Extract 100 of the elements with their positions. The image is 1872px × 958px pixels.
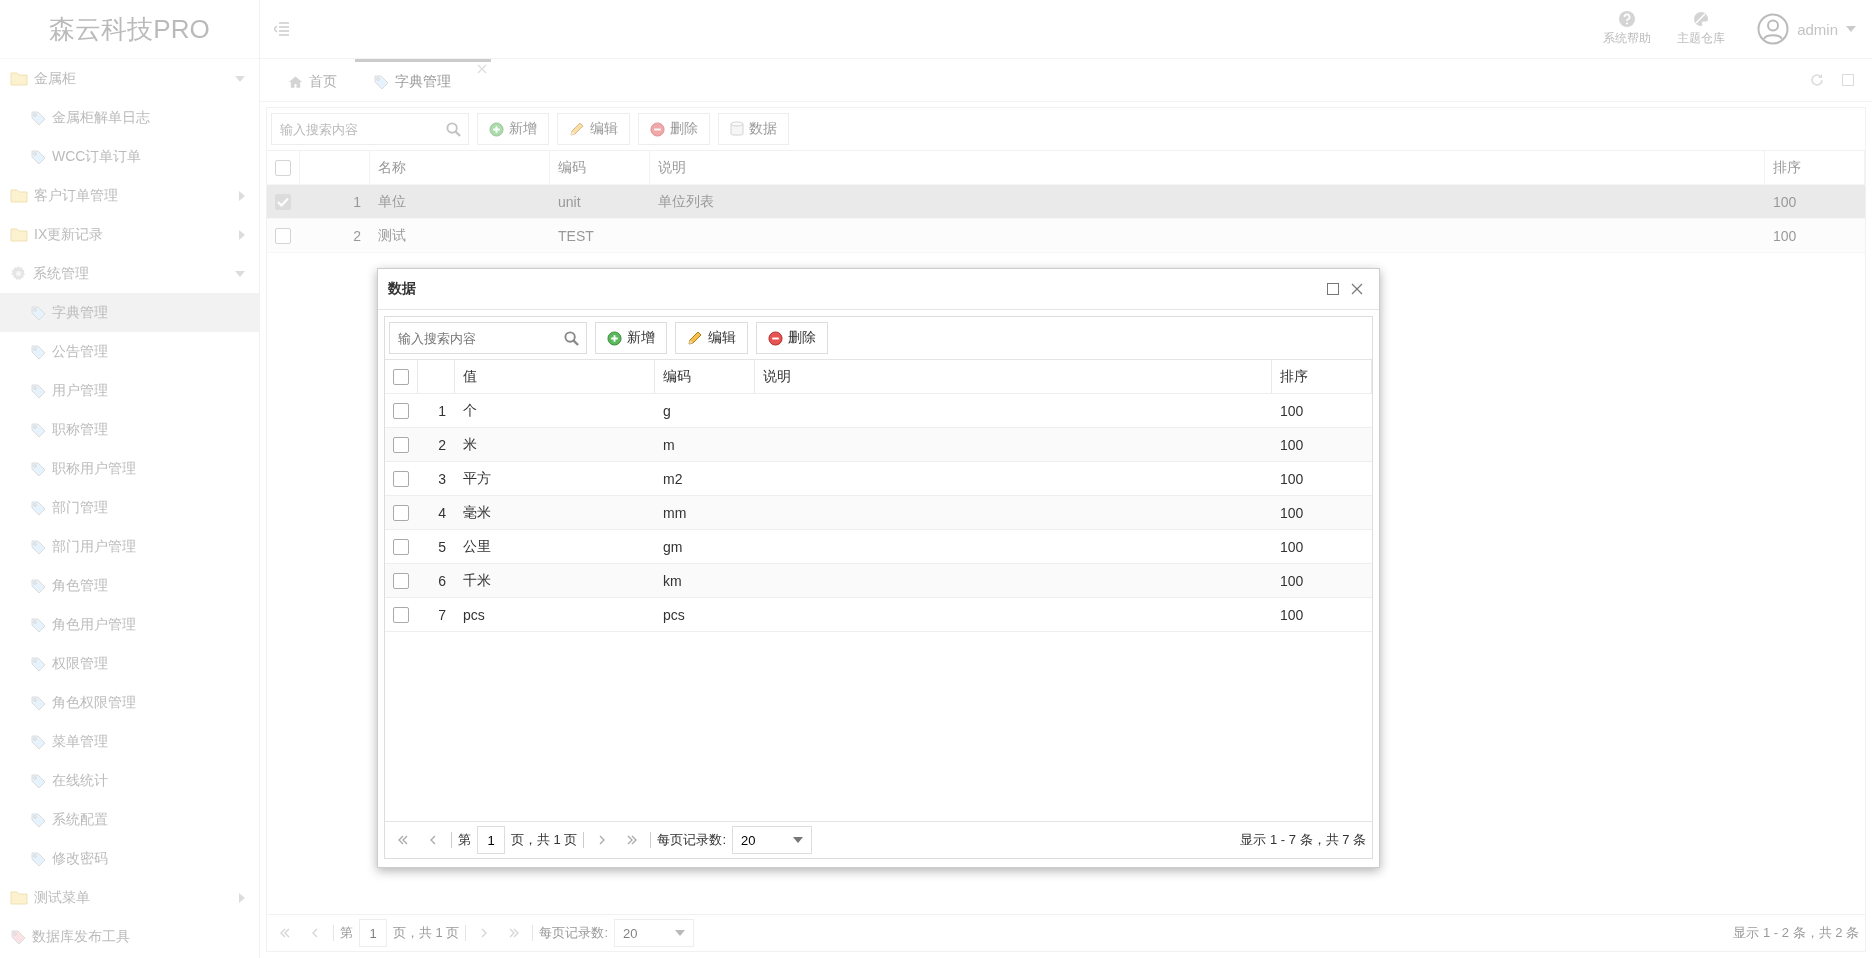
search-field[interactable]: 输入搜索内容 [271,113,469,145]
table-row[interactable]: 6 千米 km 100 [385,564,1372,598]
checkbox[interactable] [393,504,409,521]
search-icon [564,331,579,346]
table-cell: m2 [663,470,683,487]
table-cell: pcs [663,606,685,623]
toolbar-button[interactable]: 编辑 [675,322,748,354]
tag-icon [30,460,46,477]
user-menu[interactable]: admin [1751,12,1862,46]
column-header[interactable]: 名称 [378,158,406,177]
sidebar-item[interactable]: 角色管理 [0,566,259,605]
search-field[interactable]: 输入搜索内容 [389,322,587,354]
column-header[interactable]: 排序 [1773,158,1801,177]
sidebar-item[interactable]: 系统配置 [0,800,259,839]
sidebar-item[interactable]: 金属柜解单日志 [0,98,259,137]
tag-icon [30,850,46,867]
sidebar-item[interactable]: 数据库发布工具 [0,917,259,956]
header-action[interactable]: 系统帮助 [1603,11,1652,47]
checkbox[interactable] [393,572,409,589]
sidebar-item[interactable]: 菜单管理 [0,722,259,761]
page-size-select[interactable]: 20 [614,919,695,947]
column-header[interactable]: 说明 [763,367,791,386]
table-row[interactable]: 1 单位 unit 单位列表 100 [267,185,1865,219]
page-input[interactable]: 1 [477,826,505,854]
sidebar-item[interactable]: 在线统计 [0,761,259,800]
column-header[interactable]: 说明 [658,158,686,177]
row-number: 7 [438,606,446,623]
table-cell: mm [663,504,687,521]
header-action[interactable]: 主题仓库 [1677,11,1726,47]
tag-icon [30,343,46,360]
checkbox[interactable] [393,606,409,623]
table-cell: 100 [1280,572,1304,589]
pencil-icon [569,121,585,137]
sidebar-item[interactable]: 公告管理 [0,332,259,371]
table-cell: gm [663,538,683,555]
sidebar-item[interactable]: 部门管理 [0,488,259,527]
column-header[interactable]: 编码 [663,367,691,386]
close-icon[interactable] [477,64,487,74]
page-count: 页，共 1 页 [393,924,460,942]
column-header[interactable]: 编码 [558,158,586,177]
tag-icon [30,538,46,555]
table-row[interactable]: 7 pcs pcs 100 [385,598,1372,632]
pencil-icon [687,330,703,346]
checkbox[interactable] [275,159,291,176]
sidebar-item[interactable]: 部门用户管理 [0,527,259,566]
tab[interactable]: 字典管理 [355,59,491,101]
maximize-icon[interactable] [1842,74,1854,86]
checkbox[interactable] [393,538,409,555]
table-cell: 米 [463,435,477,454]
tag-icon [30,382,46,399]
toolbar-button[interactable]: 数据 [718,113,789,145]
column-header[interactable]: 值 [463,367,477,386]
sidebar-item[interactable]: WCC订单订单 [0,137,259,176]
checkbox[interactable] [393,402,409,419]
sidebar-item[interactable]: 客户订单管理 [0,176,259,215]
sidebar-item[interactable]: 权限管理 [0,644,259,683]
database-icon [730,121,744,137]
table-cell: 100 [1773,193,1797,210]
tag-icon [30,733,46,750]
minus-circle-icon [768,330,783,346]
toolbar-button[interactable]: 删除 [756,322,828,354]
toolbar-button[interactable]: 删除 [638,113,710,145]
toolbar-button[interactable]: 新增 [595,322,667,354]
sidebar-item[interactable]: 系统管理 [0,254,259,293]
sidebar-item[interactable]: 角色用户管理 [0,605,259,644]
tag-icon [30,148,46,165]
table-row[interactable]: 2 米 m 100 [385,428,1372,462]
user-avatar-icon [1757,13,1790,45]
toolbar-button[interactable]: 新增 [477,113,549,145]
sidebar-item[interactable]: 测试菜单 [0,878,259,917]
table-cell: g [663,402,671,419]
palette-icon [1693,11,1710,27]
sidebar-item[interactable]: 角色权限管理 [0,683,259,722]
sidebar-item[interactable]: 修改密码 [0,839,259,878]
page-size-label: 每页记录数: [657,831,727,849]
folder-icon [10,71,28,86]
checkbox[interactable] [393,368,409,385]
sidebar-item[interactable]: 用户管理 [0,371,259,410]
sidebar-item[interactable]: 职称管理 [0,410,259,449]
collapse-menu-icon[interactable] [274,22,290,36]
checkbox[interactable] [393,436,409,453]
sidebar-item[interactable]: 职称用户管理 [0,449,259,488]
search-icon [446,122,461,137]
page-input[interactable]: 1 [359,919,387,947]
column-header[interactable]: 排序 [1280,367,1308,386]
sidebar-item[interactable]: 金属柜 [0,59,259,98]
row-number: 6 [438,572,446,589]
checkbox[interactable] [393,470,409,487]
refresh-icon[interactable] [1810,73,1824,87]
tab[interactable]: 首页 [270,59,355,101]
sidebar-item[interactable]: IX更新记录 [0,215,259,254]
table-cell: 单位 [378,192,406,211]
minus-circle-icon [650,121,665,137]
folder-icon [10,890,28,905]
page-size-select[interactable]: 20 [732,826,813,854]
toolbar-button[interactable]: 编辑 [557,113,630,145]
table-cell: 100 [1280,504,1304,521]
page-count: 页，共 1 页 [511,831,578,849]
table-row[interactable]: 4 毫米 mm 100 [385,496,1372,530]
checkbox[interactable] [275,227,291,244]
